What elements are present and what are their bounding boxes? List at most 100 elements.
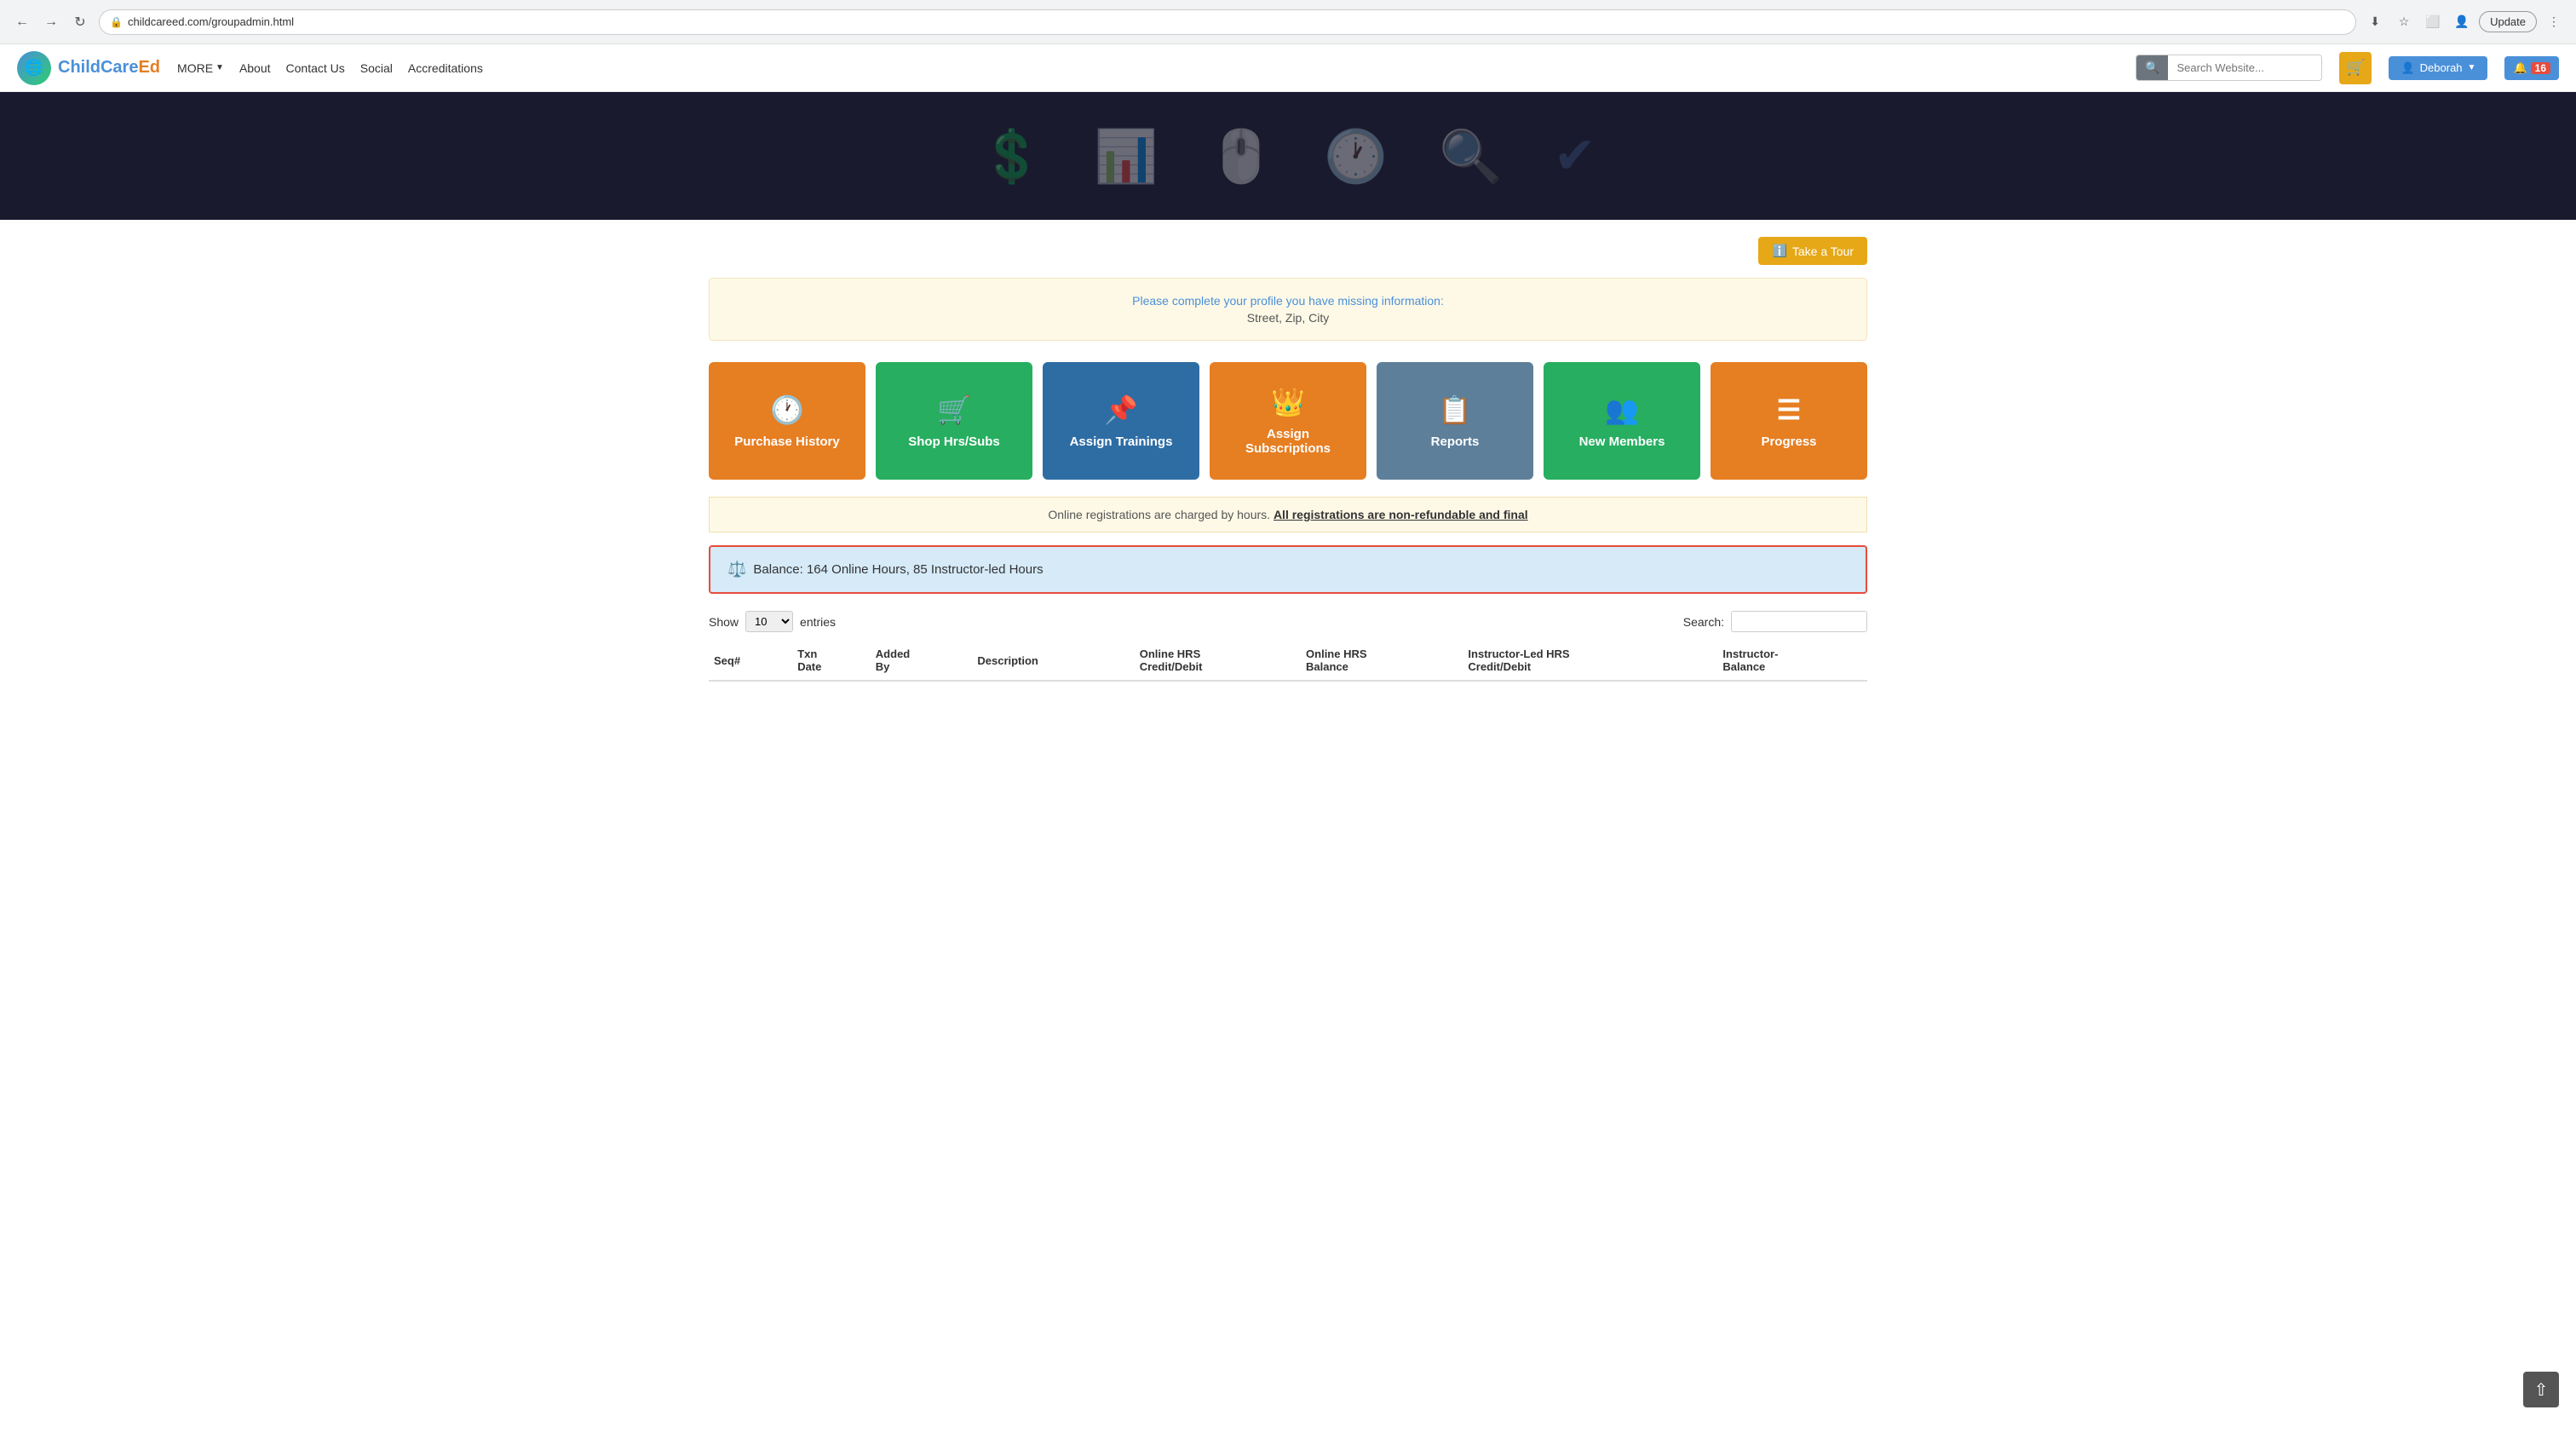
nav-more[interactable]: MORE ▼ [177,61,224,75]
search-container: 🔍 [2136,55,2322,81]
assign-subscriptions-icon: 👑 [1271,386,1305,418]
hero-icons: 💲 📊 🖱️ 🕐 🔍 ✔ [980,126,1596,187]
alert-line1: Please complete your profile you have mi… [725,294,1851,308]
notification-badge: 16 [2531,62,2550,74]
show-label: Show [709,615,739,629]
th-description: Description [972,641,1134,681]
browser-actions: ⬇ ☆ ⬜ 👤 Update ⋮ [2363,10,2566,34]
nav-contact-us[interactable]: Contact Us [286,61,345,75]
progress-card[interactable]: ☰ Progress [1711,362,1867,480]
search-button[interactable]: 🔍 [2136,55,2168,80]
shop-hrs-subs-card[interactable]: 🛒 Shop Hrs/Subs [876,362,1032,480]
magnify-icon: 🔍 [1439,126,1503,187]
action-cards: 🕐 Purchase History 🛒 Shop Hrs/Subs 📌 Ass… [709,362,1867,480]
tour-btn-container: ℹ️ Take a Tour [709,237,1867,265]
dollar-icon: 💲 [980,126,1044,187]
hero-banner: 💲 📊 🖱️ 🕐 🔍 ✔ [0,92,2576,220]
search-input[interactable] [2168,56,2321,79]
th-added-by: AddedBy [871,641,973,681]
entries-select[interactable]: 10 25 50 100 [745,611,793,632]
assign-trainings-card[interactable]: 📌 Assign Trainings [1043,362,1199,480]
purchase-history-card[interactable]: 🕐 Purchase History [709,362,865,480]
take-a-tour-button[interactable]: ℹ️ Take a Tour [1758,237,1867,265]
graph-icon: 📊 [1095,126,1159,187]
cart-button[interactable]: 🛒 [2339,52,2372,84]
th-seq: Seq# [709,641,792,681]
download-icon[interactable]: ⬇ [2363,10,2387,34]
user-name: Deborah [2420,61,2463,74]
browser-nav-buttons: ← → ↻ [10,10,92,34]
th-instructor-balance: Instructor-Balance [1717,641,1867,681]
site-navbar: 🌐 ChildCareEd MORE ▼ About Contact Us So… [0,44,2576,92]
progress-icon: ☰ [1777,394,1802,426]
table-search-input[interactable] [1731,611,1867,632]
browser-chrome: ← → ↻ 🔒 childcareed.com/groupadmin.html … [0,0,2576,44]
bookmark-icon[interactable]: ☆ [2392,10,2416,34]
assign-trainings-label: Assign Trainings [1070,435,1173,449]
non-refundable-text: All registrations are non-refundable and… [1274,508,1528,521]
shop-icon: 🛒 [937,394,971,426]
balance-panel: ⚖️ Balance: 164 Online Hours, 85 Instruc… [709,545,1867,594]
new-members-label: New Members [1579,435,1665,449]
data-table: Seq# TxnDate AddedBy Description Online … [709,641,1867,682]
new-members-card[interactable]: 👥 New Members [1544,362,1700,480]
nav-links: MORE ▼ About Contact Us Social Accredita… [177,61,483,75]
profile-icon[interactable]: 👤 [2450,10,2474,34]
chevron-down-icon: ▼ [216,63,224,72]
alert-line2: Street, Zip, City [725,311,1851,325]
info-text: Online registrations are charged by hour… [1048,508,1270,521]
reports-icon: 📋 [1438,394,1472,426]
shop-hrs-subs-label: Shop Hrs/Subs [908,435,1000,449]
nav-social[interactable]: Social [360,61,393,75]
assign-trainings-icon: 📌 [1104,394,1138,426]
user-button[interactable]: 👤 Deborah ▼ [2389,56,2487,80]
purchase-history-label: Purchase History [734,435,839,449]
cursor-icon: 🖱️ [1210,126,1274,187]
assign-subscriptions-card[interactable]: 👑 Assign Subscriptions [1210,362,1366,480]
update-button[interactable]: Update [2479,11,2537,32]
logo-text: ChildCareEd [58,58,160,78]
reports-label: Reports [1431,435,1480,449]
scroll-top-button[interactable]: ⇧ [2523,1372,2559,1407]
hero-overlay: 💲 📊 🖱️ 🕐 🔍 ✔ [0,92,2576,220]
nav-accreditations[interactable]: Accreditations [408,61,483,75]
new-members-icon: 👥 [1605,394,1639,426]
nav-about[interactable]: About [239,61,271,75]
assign-subscriptions-label: Assign Subscriptions [1223,427,1353,456]
forward-button[interactable]: → [39,10,63,34]
reports-card[interactable]: 📋 Reports [1377,362,1533,480]
th-online-hrs-balance: Online HRSBalance [1301,641,1463,681]
th-instructor-hrs-cd: Instructor-Led HRSCredit/Debit [1463,641,1717,681]
alert-banner: Please complete your profile you have mi… [709,278,1867,341]
menu-icon[interactable]: ⋮ [2542,10,2566,34]
reload-button[interactable]: ↻ [68,10,92,34]
bell-icon: 🔔 [2513,61,2527,75]
user-chevron-icon: ▼ [2468,63,2476,72]
th-txn-date: TxnDate [792,641,871,681]
lock-icon: 🔒 [110,16,123,28]
entries-label: entries [800,615,836,629]
user-icon: 👤 [2401,61,2414,75]
checkmark-icon: ✔ [1554,126,1596,187]
clock-icon: 🕐 [1324,126,1388,187]
info-bar: Online registrations are charged by hour… [709,497,1867,532]
logo-icon: 🌐 [17,51,51,85]
address-bar[interactable]: 🔒 childcareed.com/groupadmin.html [99,9,2356,35]
purchase-history-icon: 🕐 [770,394,804,426]
notification-button[interactable]: 🔔 16 [2504,56,2559,80]
back-button[interactable]: ← [10,10,34,34]
table-search-container: Search: [1683,611,1867,632]
table-controls: Show 10 25 50 100 entries Search: [709,611,1867,632]
search-label: Search: [1683,615,1724,629]
entries-control: Show 10 25 50 100 entries [709,611,836,632]
table-header-row: Seq# TxnDate AddedBy Description Online … [709,641,1867,681]
progress-label: Progress [1761,435,1816,449]
extensions-icon[interactable]: ⬜ [2421,10,2445,34]
main-content: ℹ️ Take a Tour Please complete your prof… [692,220,1884,699]
url-text: childcareed.com/groupadmin.html [128,15,294,28]
th-online-hrs-cd: Online HRSCredit/Debit [1135,641,1301,681]
site-logo[interactable]: 🌐 ChildCareEd [17,51,160,85]
info-icon: ℹ️ [1772,244,1786,258]
balance-scale-icon: ⚖️ [727,561,746,578]
balance-text: Balance: 164 Online Hours, 85 Instructor… [753,562,1043,577]
